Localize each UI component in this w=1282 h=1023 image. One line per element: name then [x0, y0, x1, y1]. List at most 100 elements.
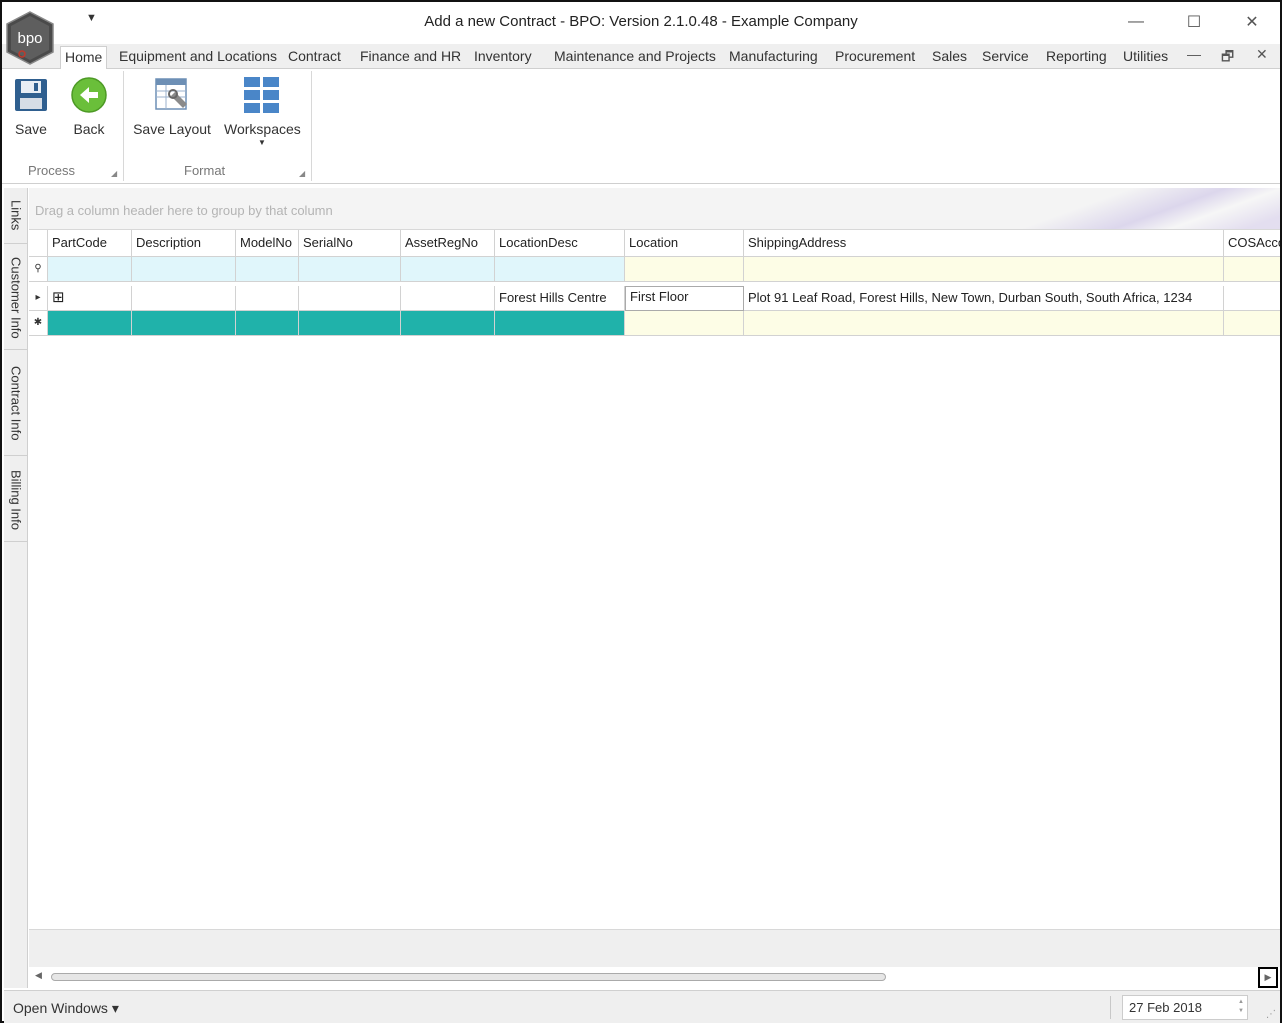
tab-manufacturing[interactable]: Manufacturing — [725, 46, 822, 69]
filter-cell-assetregno[interactable] — [401, 257, 495, 282]
tab-home[interactable]: Home — [60, 46, 108, 70]
cell-shippingaddress[interactable]: Plot 91 Leaf Road, Forest Hills, New Tow… — [744, 286, 1224, 311]
filter-cell-locationdesc[interactable] — [495, 257, 625, 282]
cell-description[interactable] — [132, 286, 236, 311]
side-tab-billing-info[interactable]: Billing Info — [4, 458, 28, 542]
column-header-assetregno[interactable]: AssetRegNo — [401, 230, 495, 257]
application-window: bpo ▼ Add a new Contract - BPO: Version … — [0, 0, 1282, 1023]
column-header-cosacco[interactable]: COSAcco — [1224, 230, 1280, 257]
tab-contract[interactable]: Contract — [284, 46, 345, 69]
new-row-cell-locationdesc[interactable] — [495, 311, 625, 336]
filter-cell-description[interactable] — [132, 257, 236, 282]
new-row-cell-partcode[interactable] — [48, 311, 132, 336]
scrollbar-thumb[interactable] — [51, 973, 886, 981]
new-row-cell-serialno[interactable] — [299, 311, 401, 336]
new-row-icon: ✱ — [29, 311, 48, 336]
header-indicator-cell — [29, 230, 48, 257]
tab-maintenance-and-projects[interactable]: Maintenance and Projects — [550, 46, 720, 69]
filter-cell-shippingaddress[interactable] — [744, 257, 1224, 282]
process-launcher-icon[interactable]: ◢ — [111, 169, 117, 178]
date-field[interactable]: 27 Feb 2018 ▲ ▼ — [1122, 995, 1248, 1020]
horizontal-scrollbar[interactable]: ◀ ▶ — [29, 967, 1280, 988]
column-header-description[interactable]: Description — [132, 230, 236, 257]
logo-text: bpo — [17, 30, 42, 47]
tab-utilities[interactable]: Utilities — [1119, 46, 1172, 69]
tab-reporting[interactable]: Reporting — [1042, 46, 1111, 69]
group-panel-decoration — [1020, 188, 1280, 229]
cell-serialno[interactable] — [299, 286, 401, 311]
cell-cosacco[interactable] — [1224, 286, 1280, 311]
bpo-logo[interactable]: bpo — [4, 10, 56, 68]
tab-finance-and-hr[interactable]: Finance and HR — [356, 46, 465, 69]
column-header-location[interactable]: Location — [625, 230, 744, 257]
filter-row-icon: ⚲ — [29, 257, 48, 282]
date-value: 27 Feb 2018 — [1129, 1000, 1203, 1015]
date-spin-icon[interactable]: ▲ ▼ — [1238, 998, 1244, 1016]
mdi-minimize-button[interactable]: — — [1187, 46, 1201, 62]
save-button[interactable]: Save — [10, 75, 52, 137]
save-layout-button[interactable]: Save Layout — [132, 75, 212, 137]
side-tab-contract-info[interactable]: Contract Info — [4, 352, 28, 456]
tab-service[interactable]: Service — [978, 46, 1033, 69]
status-bar: Open Windows ▾ 27 Feb 2018 ▲ ▼ ⋰ — [4, 990, 1280, 1023]
tab-inventory[interactable]: Inventory — [470, 46, 536, 69]
column-header-locationdesc[interactable]: LocationDesc — [495, 230, 625, 257]
contract-equipment-grid: Drag a column header here to group by th… — [29, 188, 1280, 988]
side-tab-customer-info[interactable]: Customer Info — [4, 246, 28, 350]
filter-cell-modelno[interactable] — [236, 257, 299, 282]
group-by-panel[interactable]: Drag a column header here to group by th… — [29, 188, 1280, 230]
tab-procurement[interactable]: Procurement — [831, 46, 919, 69]
workspaces-dropdown-icon: ▼ — [258, 138, 266, 147]
workspaces-button[interactable]: Workspaces ▼ — [224, 75, 301, 147]
tab-equipment-and-locations[interactable]: Equipment and Locations — [115, 46, 281, 69]
resize-grip-icon[interactable]: ⋰ — [1266, 1009, 1276, 1020]
open-windows-menu[interactable]: Open Windows ▾ — [13, 1000, 119, 1017]
save-layout-label: Save Layout — [133, 121, 211, 137]
ribbon-tabs: Home Equipment and Locations Contract Fi… — [2, 44, 1280, 70]
cell-assetregno[interactable] — [401, 286, 495, 311]
table-row[interactable]: ⊞ — [48, 286, 132, 311]
back-button[interactable]: Back — [68, 75, 110, 137]
ribbon: Save Back Save Layout Workspaces ▼ Proce… — [2, 69, 1280, 184]
filter-cell-serialno[interactable] — [299, 257, 401, 282]
filter-cell-location[interactable] — [625, 257, 744, 282]
cell-modelno[interactable] — [236, 286, 299, 311]
ribbon-group-separator — [123, 71, 124, 181]
format-group-label: Format — [184, 163, 226, 178]
window-title: Add a new Contract - BPO: Version 2.1.0.… — [424, 13, 858, 30]
column-header-partcode[interactable]: PartCode — [48, 230, 132, 257]
workspaces-icon — [242, 75, 282, 115]
expand-row-icon[interactable]: ⊞ — [52, 289, 65, 306]
group-by-hint: Drag a column header here to group by th… — [35, 203, 333, 218]
back-label: Back — [73, 121, 105, 137]
filter-cell-cosacco[interactable] — [1224, 257, 1280, 282]
process-group-label: Process — [28, 163, 75, 178]
grid-footer — [29, 929, 1280, 967]
scroll-left-icon[interactable]: ◀ — [35, 970, 42, 981]
mdi-restore-button[interactable]: 🗗 — [1221, 46, 1234, 70]
filter-cell-partcode[interactable] — [48, 257, 132, 282]
new-row-cell-shippingaddress[interactable] — [744, 311, 1224, 336]
back-arrow-icon — [69, 75, 109, 115]
new-row-cell-description[interactable] — [132, 311, 236, 336]
cell-location-editor[interactable]: First Floor — [625, 286, 744, 311]
new-row-cell-modelno[interactable] — [236, 311, 299, 336]
side-tab-links[interactable]: Links — [4, 188, 28, 244]
maximize-button[interactable]: ☐ — [1174, 10, 1214, 34]
scroll-right-icon[interactable]: ▶ — [1258, 967, 1278, 988]
new-row-cell-cosacco[interactable] — [1224, 311, 1280, 336]
new-row-cell-assetregno[interactable] — [401, 311, 495, 336]
close-button[interactable]: ✕ — [1232, 10, 1272, 34]
new-row-cell-location[interactable] — [625, 311, 744, 336]
format-launcher-icon[interactable]: ◢ — [299, 169, 305, 178]
minimize-button[interactable]: — — [1116, 10, 1156, 34]
save-icon — [11, 75, 51, 115]
column-header-serialno[interactable]: SerialNo — [299, 230, 401, 257]
cell-locationdesc[interactable]: Forest Hills Centre — [495, 286, 625, 311]
status-separator — [1110, 996, 1111, 1019]
tab-sales[interactable]: Sales — [928, 46, 971, 69]
column-header-modelno[interactable]: ModelNo — [236, 230, 299, 257]
column-header-shippingaddress[interactable]: ShippingAddress — [744, 230, 1224, 257]
row-indicator-icon: ▸ — [29, 286, 48, 311]
mdi-close-button[interactable]: ✕ — [1256, 46, 1268, 63]
